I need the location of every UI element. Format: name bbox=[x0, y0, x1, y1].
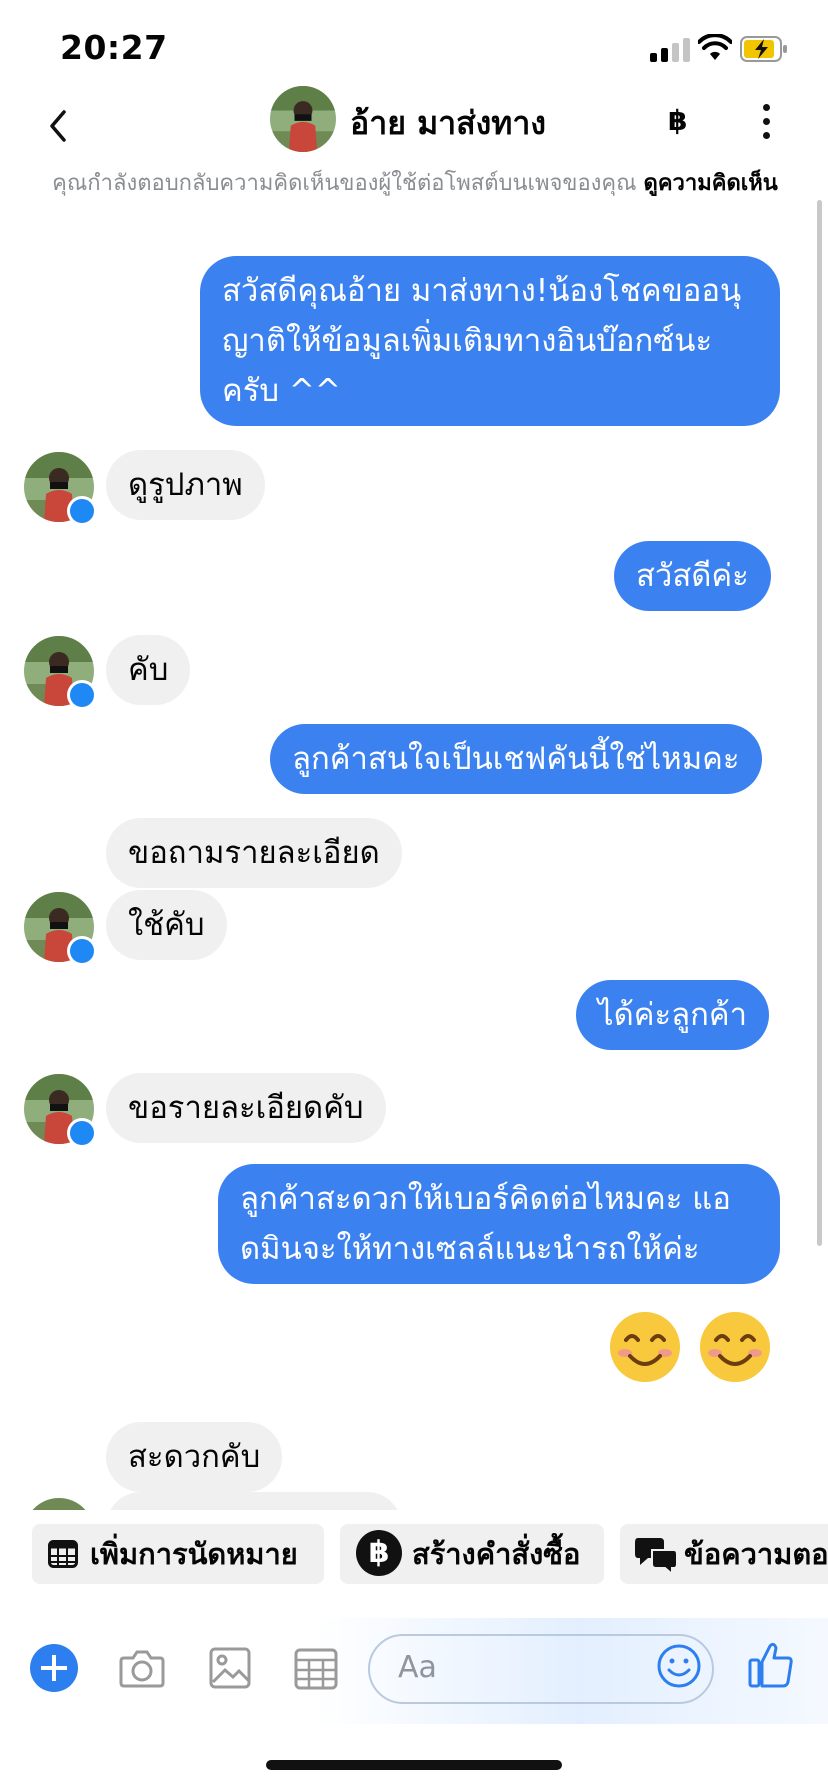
signal-icon bbox=[650, 38, 692, 62]
message-bubble-incoming[interactable]: ขอถามรายละเอียด bbox=[106, 818, 402, 888]
contact-name[interactable]: อ้าย มาส่งทาง bbox=[350, 98, 546, 149]
scrollbar[interactable] bbox=[817, 200, 822, 1246]
status-time: 20:27 bbox=[60, 28, 168, 67]
add-appointment-label: เพิ่มการนัดหมาย bbox=[90, 1537, 298, 1571]
clipped-sender-avatar bbox=[24, 1498, 94, 1510]
quick-actions-bar: เพิ่มการนัดหมาย ฿ สร้างคำสั่งซื้อ ข้อควา… bbox=[0, 1510, 828, 1588]
message-bubble-incoming[interactable]: ดูรูปภาพ bbox=[106, 450, 265, 520]
notice-text: คุณกำลังตอบกลับความคิดเห็นของผู้ใช้ต่อโพ… bbox=[52, 171, 644, 196]
home-indicator[interactable] bbox=[266, 1760, 562, 1770]
message-bubble-incoming[interactable]: ใช้คับ bbox=[106, 890, 227, 960]
message-bubble-outgoing[interactable]: ได้ค่ะลูกค้า bbox=[576, 980, 770, 1050]
saved-replies-chip[interactable]: ข้อความตอบกลับ bbox=[620, 1524, 828, 1584]
more-options-icon[interactable] bbox=[760, 104, 772, 140]
create-order-chip[interactable]: ฿ สร้างคำสั่งซื้อ bbox=[340, 1524, 604, 1584]
saved-replies-label: ข้อความตอบกลับ bbox=[684, 1537, 828, 1571]
chat-header: อ้าย มาส่งทาง ฿ bbox=[0, 86, 828, 166]
wifi-icon bbox=[698, 34, 732, 60]
plus-icon[interactable] bbox=[30, 1644, 78, 1692]
emoji-picker-icon[interactable] bbox=[656, 1643, 702, 1689]
calendar-icon bbox=[48, 1540, 78, 1568]
photo-gallery-icon[interactable] bbox=[206, 1644, 254, 1692]
message-bubble-outgoing[interactable]: ลูกค้าสนใจเป็นเชฟคันนี้ใช่ไหมคะ bbox=[270, 724, 762, 794]
baht-icon[interactable]: ฿ bbox=[668, 104, 687, 137]
calendar-grid-icon[interactable] bbox=[292, 1644, 340, 1692]
thumbs-up-icon[interactable] bbox=[748, 1640, 794, 1688]
message-bubble-incoming[interactable]: สะดวกคับ bbox=[106, 1422, 283, 1492]
message-bubble-outgoing[interactable]: สวัสดีคุณอ้าย มาส่งทาง!น้องโชคขออนุญาติใ… bbox=[200, 256, 780, 426]
message-bubble-incoming[interactable]: ขอรายละเอียดคับ bbox=[106, 1073, 386, 1143]
create-order-label: สร้างคำสั่งซื้อ bbox=[412, 1537, 581, 1571]
smiling-face-emoji-icon bbox=[700, 1312, 770, 1382]
message-input-placeholder: Aa bbox=[398, 1650, 437, 1685]
clipped-incoming-bubble bbox=[106, 1492, 402, 1510]
message-bubble-outgoing[interactable]: สวัสดีค่ะ bbox=[614, 541, 771, 611]
message-bubble-outgoing[interactable]: ลูกค้าสะดวกให้เบอร์คิดต่อไหมคะ แอดมินจะใ… bbox=[218, 1164, 780, 1284]
messenger-badge-icon bbox=[67, 936, 97, 966]
contact-avatar[interactable] bbox=[270, 86, 336, 152]
baht-icon: ฿ bbox=[356, 1530, 402, 1576]
view-comment-link[interactable]: ดูความคิดเห็น bbox=[644, 171, 778, 196]
smiling-face-emoji-icon bbox=[610, 1312, 680, 1382]
emoji-message[interactable]: 😊 😊 bbox=[608, 1310, 780, 1384]
battery-icon bbox=[740, 36, 787, 62]
chat-bubbles-icon bbox=[635, 1538, 678, 1574]
messenger-badge-icon bbox=[67, 680, 97, 710]
reply-context-notice: คุณกำลังตอบกลับความคิดเห็นของผู้ใช้ต่อโพ… bbox=[20, 166, 810, 202]
back-arrow-icon[interactable] bbox=[44, 108, 74, 144]
status-bar: 20:27 bbox=[0, 0, 828, 90]
message-bubble-incoming[interactable]: คับ bbox=[106, 635, 191, 705]
camera-icon[interactable] bbox=[118, 1644, 166, 1692]
messenger-badge-icon bbox=[67, 496, 97, 526]
add-appointment-chip[interactable]: เพิ่มการนัดหมาย bbox=[32, 1524, 324, 1584]
messenger-badge-icon bbox=[67, 1118, 97, 1148]
message-composer: Aa bbox=[0, 1618, 828, 1724]
